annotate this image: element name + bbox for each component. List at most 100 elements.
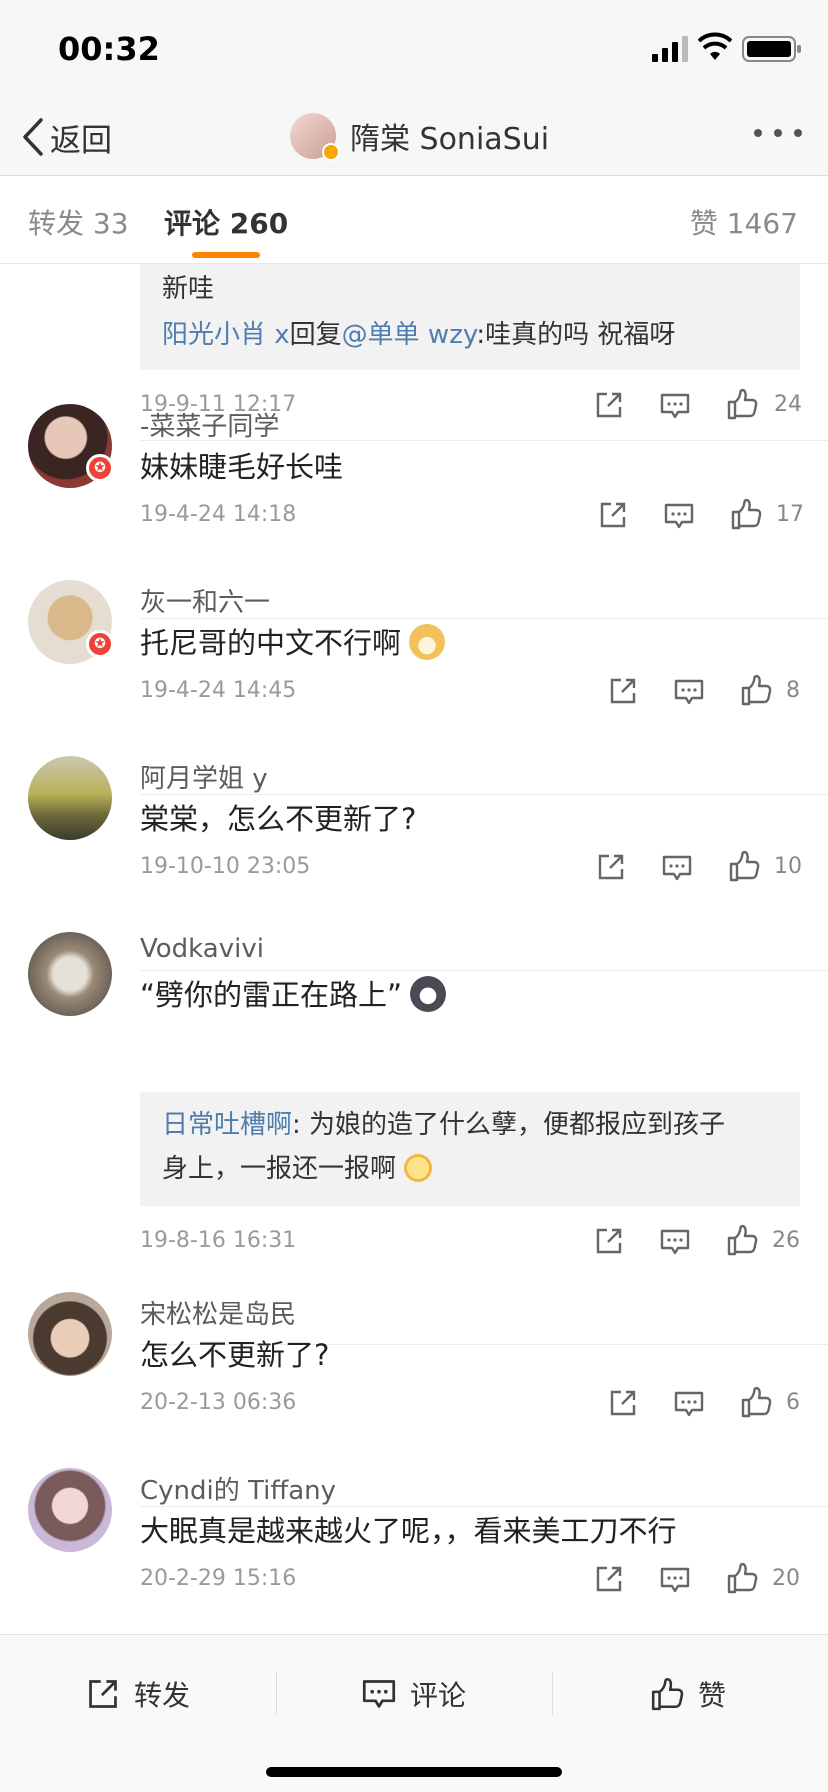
nav-title-group[interactable]: 隋棠 SoniaSui <box>290 106 549 166</box>
comment-icon[interactable] <box>674 678 704 706</box>
comment-date: 19-8-16 16:31 <box>140 1228 297 1253</box>
reply-block[interactable]: 日常吐槽啊: 为娘的造了什么孽，便都报应到孩子 身上，一报还一报啊 <box>140 1092 800 1206</box>
reply-tail-text: 新哇 <box>162 274 215 304</box>
comment-meta: 19-10-10 23:05 10 <box>140 848 802 888</box>
like-count: 8 <box>786 678 800 703</box>
smile-emoji-icon <box>404 1154 433 1182</box>
share-icon[interactable] <box>608 1388 638 1418</box>
comment-username[interactable]: Cyndi的 Tiffany <box>140 1470 336 1507</box>
repost-button[interactable]: 转发 <box>86 1669 190 1719</box>
like-count: 24 <box>774 392 802 417</box>
reply-block[interactable]: 新哇 阳光小肖 x回复@单单 wzy:哇真的吗 祝福呀 <box>140 264 800 370</box>
comment-text: 怎么不更新了? <box>140 1338 330 1372</box>
like-icon[interactable] <box>740 674 772 706</box>
like-count: 17 <box>776 502 804 527</box>
nav-bar: 返回 隋棠 SoniaSui <box>0 100 828 176</box>
reply-text: :哇真的吗 祝福呀 <box>476 320 676 350</box>
like-icon[interactable] <box>740 1386 772 1418</box>
active-tab-indicator <box>192 252 260 258</box>
tab-likes[interactable]: 赞 1467 <box>690 202 798 242</box>
back-button[interactable]: 返回 <box>22 112 112 162</box>
verified-badge-icon <box>322 143 340 161</box>
like-icon <box>651 1677 684 1711</box>
comment-icon[interactable] <box>660 1566 690 1594</box>
comment-button[interactable]: 评论 <box>362 1669 466 1719</box>
comment-icon[interactable] <box>664 502 694 530</box>
share-icon[interactable] <box>594 1226 624 1256</box>
share-icon[interactable] <box>608 676 638 706</box>
comment-username[interactable]: 灰一和六一 <box>140 582 270 619</box>
avatar[interactable] <box>28 1468 112 1552</box>
comment-text: 托尼哥的中文不行啊 <box>140 620 446 662</box>
page-title: 隋棠 SoniaSui <box>350 122 550 157</box>
home-indicator[interactable] <box>266 1767 562 1777</box>
reply-line: 日常吐槽啊: 为娘的造了什么孽，便都报应到孩子 <box>162 1104 725 1141</box>
divider <box>276 1671 277 1715</box>
divider <box>140 970 828 971</box>
avatar[interactable] <box>28 756 112 840</box>
like-icon[interactable] <box>726 1562 758 1594</box>
like-label: 赞 <box>698 1679 727 1712</box>
like-icon[interactable] <box>728 850 760 882</box>
chevron-left-icon <box>23 118 43 156</box>
comment-icon[interactable] <box>660 392 690 420</box>
comment-meta: 19-4-24 14:45 8 <box>140 672 800 712</box>
share-icon[interactable] <box>596 852 626 882</box>
more-options-icon[interactable] <box>754 126 802 140</box>
comment-username[interactable]: Vodkavivi <box>140 934 264 964</box>
status-time: 00:32 <box>58 30 160 68</box>
like-icon[interactable] <box>730 498 762 530</box>
share-icon[interactable] <box>594 390 624 420</box>
comment-icon[interactable] <box>662 854 692 882</box>
tab-bar: 转发 33 评论 260 赞 1467 <box>0 176 828 264</box>
comment-icon <box>362 1680 396 1708</box>
doge-emoji-icon <box>409 624 446 660</box>
like-count: 20 <box>772 1566 800 1591</box>
comment-text: 妹妹睫毛好长哇 <box>140 450 344 484</box>
comment-username[interactable]: 阿月学姐 y <box>140 758 268 795</box>
repost-label: 转发 <box>134 1679 191 1712</box>
divider <box>552 1671 553 1715</box>
comment-text-body: “劈你的雷正在路上” <box>140 978 403 1012</box>
wifi-icon <box>698 32 732 60</box>
reply-username[interactable]: 日常吐槽啊 <box>162 1110 292 1140</box>
avatar[interactable] <box>290 113 340 161</box>
comment-username[interactable]: 宋松松是岛民 <box>140 1294 296 1331</box>
like-icon[interactable] <box>726 1224 758 1256</box>
comment-date: 20-2-13 06:36 <box>140 1390 297 1415</box>
reply-text: 身上，一报还一报啊 <box>162 1154 397 1184</box>
reply-line: 身上，一报还一报啊 <box>162 1148 433 1185</box>
status-bar: 00:32 <box>0 0 828 100</box>
member-badge-icon: ✪ <box>86 630 114 658</box>
reply-mention[interactable]: @单单 wzy <box>342 320 477 350</box>
reply-word: 回复 <box>289 320 342 350</box>
comment-date: 19-4-24 14:18 <box>140 502 297 527</box>
signal-icon <box>652 36 688 62</box>
comment-meta: 20-2-13 06:36 6 <box>140 1384 800 1424</box>
comment-icon[interactable] <box>660 1228 690 1256</box>
reply-text: : 为娘的造了什么孽，便都报应到孩子 <box>292 1110 726 1140</box>
reply-username[interactable]: 阳光小肖 x <box>162 320 290 350</box>
tab-comments[interactable]: 评论 260 <box>164 202 288 242</box>
share-icon[interactable] <box>594 1564 624 1594</box>
share-icon[interactable] <box>598 500 628 530</box>
like-button[interactable]: 赞 <box>650 1669 726 1719</box>
reply-line: 阳光小肖 x回复@单单 wzy:哇真的吗 祝福呀 <box>162 314 675 351</box>
back-label: 返回 <box>50 122 112 159</box>
comment-date: 20-2-29 15:16 <box>140 1566 297 1591</box>
avatar[interactable] <box>28 932 112 1016</box>
bottom-action-bar: 转发 评论 赞 <box>0 1634 828 1792</box>
comment-text: “劈你的雷正在路上” <box>140 972 447 1014</box>
comment-meta: 19-8-16 16:31 26 <box>140 1222 800 1262</box>
share-icon <box>89 1680 117 1708</box>
comment-username[interactable]: -菜菜子同学 <box>140 406 279 443</box>
like-count: 10 <box>774 854 802 879</box>
like-icon[interactable] <box>726 388 758 420</box>
like-count: 6 <box>786 1390 800 1415</box>
comment-list[interactable]: 新哇 阳光小肖 x回复@单单 wzy:哇真的吗 祝福呀 19-9-11 12:1… <box>0 264 828 1634</box>
tab-repost[interactable]: 转发 33 <box>28 202 129 242</box>
comment-meta: 20-2-29 15:16 20 <box>140 1560 800 1600</box>
avatar[interactable] <box>28 1292 112 1376</box>
comment-icon[interactable] <box>674 1390 704 1418</box>
comment-text: 大眠真是越来越火了呢，，看来美工刀不行 <box>140 1514 677 1548</box>
